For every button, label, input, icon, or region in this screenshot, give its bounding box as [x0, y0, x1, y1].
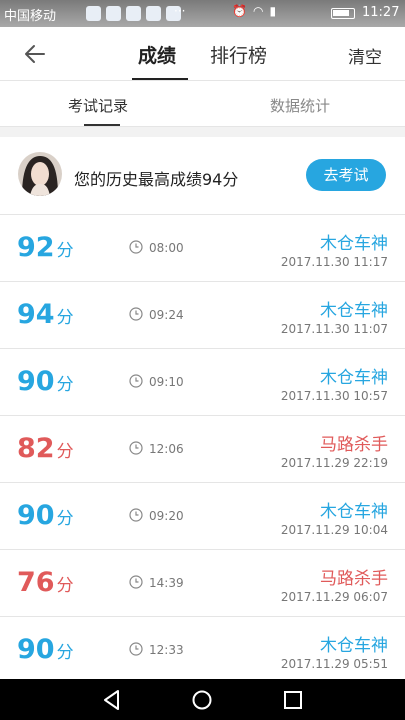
record-row[interactable]: 94 分 09:24 木仓车神 2017.11.30 11:07	[0, 282, 405, 349]
record-row[interactable]: 76 分 14:39 马路杀手 2017.11.29 06:07	[0, 550, 405, 617]
score-value: 82 分	[17, 434, 74, 467]
clock-icon	[129, 508, 143, 522]
notification-app-icon	[146, 6, 161, 21]
back-arrow-icon[interactable]	[18, 37, 52, 71]
exam-date: 2017.11.29 22:19	[280, 456, 388, 470]
avatar	[18, 152, 62, 196]
section-divider	[0, 127, 405, 137]
exam-duration: 12:33	[149, 643, 184, 657]
take-exam-button[interactable]: 去考试	[306, 159, 386, 191]
score-unit: 分	[56, 375, 74, 395]
rank-title: 木仓车神	[320, 301, 388, 321]
score-unit: 分	[56, 509, 74, 529]
rank-title: 木仓车神	[320, 636, 388, 656]
score-number: 90	[17, 366, 55, 397]
exam-date: 2017.11.30 10:57	[280, 389, 388, 403]
exam-date: 2017.11.30 11:17	[280, 255, 388, 269]
subtab-statistics[interactable]: 数据统计	[270, 95, 330, 116]
score-unit: 分	[56, 576, 74, 596]
rank-title: 马路杀手	[320, 569, 388, 589]
tab-leaderboard[interactable]: 排行榜	[210, 41, 267, 68]
record-row[interactable]: 90 分 12:33 木仓车神 2017.11.29 05:51	[0, 617, 405, 684]
score-number: 82	[17, 433, 55, 464]
recent-apps-icon[interactable]	[282, 689, 304, 711]
battery-icon	[331, 8, 355, 19]
score-number: 90	[17, 500, 55, 531]
score-number: 76	[17, 567, 55, 598]
score-unit: 分	[56, 241, 74, 261]
score-value: 90 分	[17, 501, 74, 534]
top-header: 成绩 排行榜 清空	[0, 27, 405, 81]
clock-icon	[129, 374, 143, 388]
exam-duration: 09:10	[149, 375, 184, 389]
subtab-exam-records[interactable]: 考试记录	[68, 95, 128, 116]
rank-title: 木仓车神	[320, 234, 388, 254]
exam-duration: 12:06	[149, 442, 184, 456]
score-value: 76 分	[17, 568, 74, 601]
exam-records-list: 92 分 08:00 木仓车神 2017.11.30 11:17 94 分 09:2…	[0, 215, 405, 684]
sub-tabs: 考试记录 数据统计	[0, 81, 405, 127]
score-unit: 分	[56, 308, 74, 328]
more-notifications-icon: ···	[174, 4, 186, 18]
exam-date: 2017.11.29 06:07	[280, 590, 388, 604]
back-triangle-icon[interactable]	[101, 689, 123, 711]
signal-icon: ▮	[269, 4, 277, 18]
score-number: 90	[17, 634, 55, 665]
clock-icon	[129, 307, 143, 321]
exam-duration: 09:24	[149, 308, 184, 322]
exam-duration: 09:20	[149, 509, 184, 523]
score-unit: 分	[56, 442, 74, 462]
exam-date: 2017.11.29 10:04	[280, 523, 388, 537]
clear-button[interactable]: 清空	[348, 43, 382, 68]
clock-icon	[129, 642, 143, 656]
rank-title: 木仓车神	[320, 368, 388, 388]
status-bar: 中国移动 ··· ⏰ ◠ ▮ 11:27	[0, 0, 405, 27]
record-row[interactable]: 82 分 12:06 马路杀手 2017.11.29 22:19	[0, 416, 405, 483]
best-score-banner: 您的历史最高成绩94分 去考试	[0, 137, 405, 215]
clock-icon	[129, 441, 143, 455]
score-number: 94	[17, 299, 55, 330]
clock-time: 11:27	[362, 5, 400, 20]
notification-icons	[86, 6, 181, 21]
wifi-icon: ◠	[252, 4, 264, 18]
exam-date: 2017.11.29 05:51	[280, 657, 388, 671]
carrier-label: 中国移动	[4, 9, 57, 24]
exam-date: 2017.11.30 11:07	[280, 322, 388, 336]
home-circle-icon[interactable]	[191, 689, 213, 711]
notification-app-icon	[126, 6, 141, 21]
record-row[interactable]: 90 分 09:10 木仓车神 2017.11.30 10:57	[0, 349, 405, 416]
clock-icon	[129, 575, 143, 589]
score-number: 92	[17, 232, 55, 263]
clock-icon	[129, 240, 143, 254]
system-nav-bar	[0, 679, 405, 720]
score-value: 94 分	[17, 300, 74, 333]
notification-app-icon	[86, 6, 101, 21]
score-value: 90 分	[17, 367, 74, 400]
notification-app-icon	[106, 6, 121, 21]
tab-scores-indicator	[132, 78, 188, 80]
record-row[interactable]: 92 分 08:00 木仓车神 2017.11.30 11:17	[0, 215, 405, 282]
score-unit: 分	[56, 643, 74, 663]
exam-duration: 14:39	[149, 576, 184, 590]
alarm-icon: ⏰	[232, 4, 247, 18]
rank-title: 木仓车神	[320, 502, 388, 522]
score-value: 92 分	[17, 233, 74, 266]
rank-title: 马路杀手	[320, 435, 388, 455]
record-row[interactable]: 90 分 09:20 木仓车神 2017.11.29 10:04	[0, 483, 405, 550]
subtab-records-indicator	[84, 124, 120, 126]
exam-duration: 08:00	[149, 241, 184, 255]
best-score-text: 您的历史最高成绩94分	[74, 170, 239, 189]
tab-scores[interactable]: 成绩	[138, 41, 176, 68]
system-icons: ⏰ ◠ ▮	[232, 4, 276, 18]
score-value: 90 分	[17, 635, 74, 668]
